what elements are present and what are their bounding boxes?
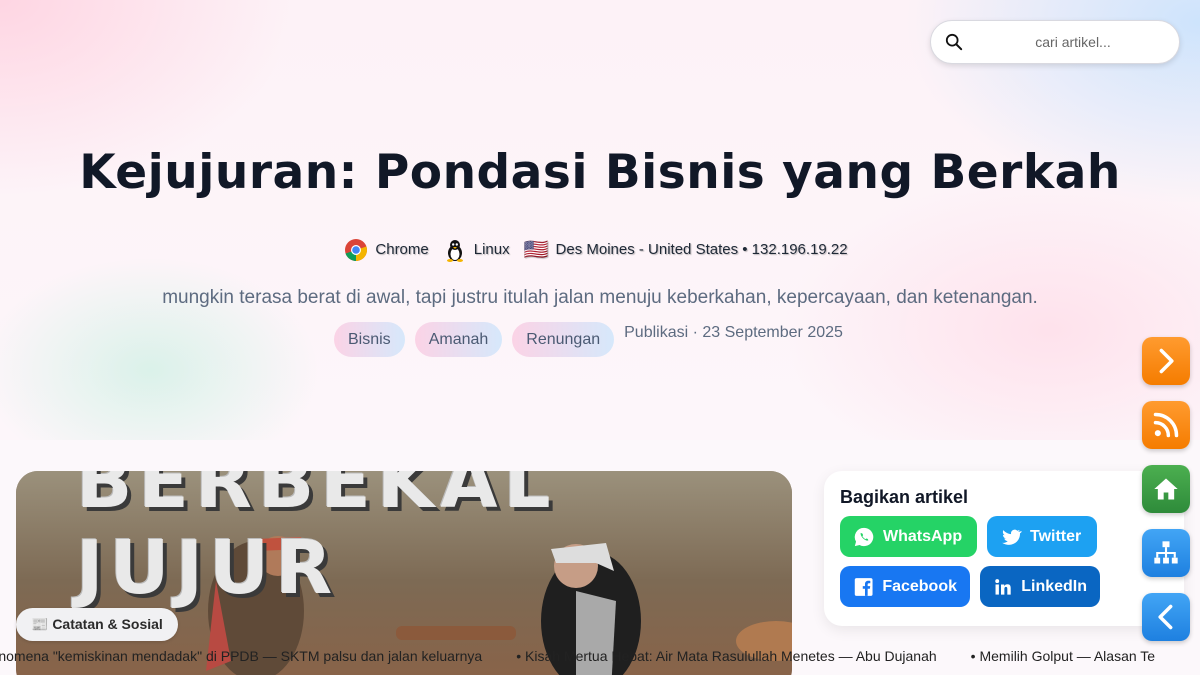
featured-image: BERBEKAL JUJUR	[16, 471, 792, 675]
tag-renungan[interactable]: Renungan	[512, 322, 615, 357]
share-whatsapp-button[interactable]: WhatsApp	[840, 516, 977, 557]
share-title: Bagikan artikel	[840, 487, 969, 507]
linux-icon	[446, 239, 463, 262]
home-icon	[1154, 478, 1178, 500]
previous-article-button[interactable]	[1142, 593, 1190, 641]
share-facebook-button[interactable]: Facebook	[840, 566, 970, 607]
publish-date: Publikasi · 23 September 2025	[624, 324, 843, 341]
ticker-item[interactable]: Fenomena "kemiskinan mendadak" di PPDB —…	[0, 648, 482, 664]
os-name: Linux	[473, 241, 510, 258]
search-input[interactable]	[963, 34, 1163, 50]
twitter-label: Twitter	[1030, 527, 1082, 545]
share-card: Bagikan artikel WhatsApp Twitter Faceboo…	[824, 471, 1184, 626]
next-article-button[interactable]	[1142, 337, 1190, 385]
article-subtitle: mungkin terasa berat di awal, tapi justr…	[162, 287, 1038, 308]
flag-icon: 🇺🇸	[523, 239, 549, 261]
twitter-icon	[1002, 529, 1022, 545]
page-title: Kejujuran: Pondasi Bisnis yang Berkah	[79, 145, 1121, 200]
whatsapp-label: WhatsApp	[883, 527, 963, 545]
chevron-right-icon	[1159, 348, 1174, 374]
whatsapp-icon	[854, 527, 874, 546]
tags-row: Bisnis Amanah Renungan Publikasi · 23 Se…	[334, 322, 843, 357]
share-twitter-button[interactable]: Twitter	[987, 516, 1097, 557]
sitemap-icon	[1154, 541, 1178, 564]
browser-name: Chrome	[375, 241, 429, 258]
home-button[interactable]	[1142, 465, 1190, 513]
category-badge[interactable]: 📰 Catatan & Sosial	[16, 608, 178, 641]
rss-icon	[1153, 412, 1179, 438]
facebook-icon	[854, 577, 873, 596]
hero-background	[0, 0, 1200, 440]
news-ticker: Fenomena "kemiskinan mendadak" di PPDB —…	[0, 648, 1200, 670]
rss-feed-button[interactable]	[1142, 401, 1190, 449]
tag-amanah[interactable]: Amanah	[414, 322, 503, 357]
linkedin-label: LinkedIn	[1021, 577, 1087, 595]
sitemap-button[interactable]	[1142, 529, 1190, 577]
ticker-item[interactable]: Kisah Mertua Hebat: Air Mata Rasulullah …	[516, 648, 937, 664]
chrome-icon	[345, 238, 368, 261]
search-icon	[945, 33, 963, 51]
ticker-item[interactable]: Memilih Golput — Alasan Te	[971, 648, 1155, 664]
image-banner-text: BERBEKAL JUJUR	[76, 471, 557, 611]
visitor-info: Chrome Linux 🇺🇸 Des Moines - United Stat…	[0, 237, 1200, 262]
tag-bisnis[interactable]: Bisnis	[334, 322, 405, 357]
share-linkedin-button[interactable]: LinkedIn	[980, 566, 1100, 607]
category-label: 📰 Catatan & Sosial	[31, 616, 163, 632]
chevron-left-icon	[1158, 604, 1173, 630]
linkedin-icon	[995, 578, 1011, 595]
facebook-label: Facebook	[882, 577, 957, 595]
search-box[interactable]	[930, 20, 1180, 64]
visitor-location: Des Moines - United States • 132.196.19.…	[555, 241, 848, 258]
